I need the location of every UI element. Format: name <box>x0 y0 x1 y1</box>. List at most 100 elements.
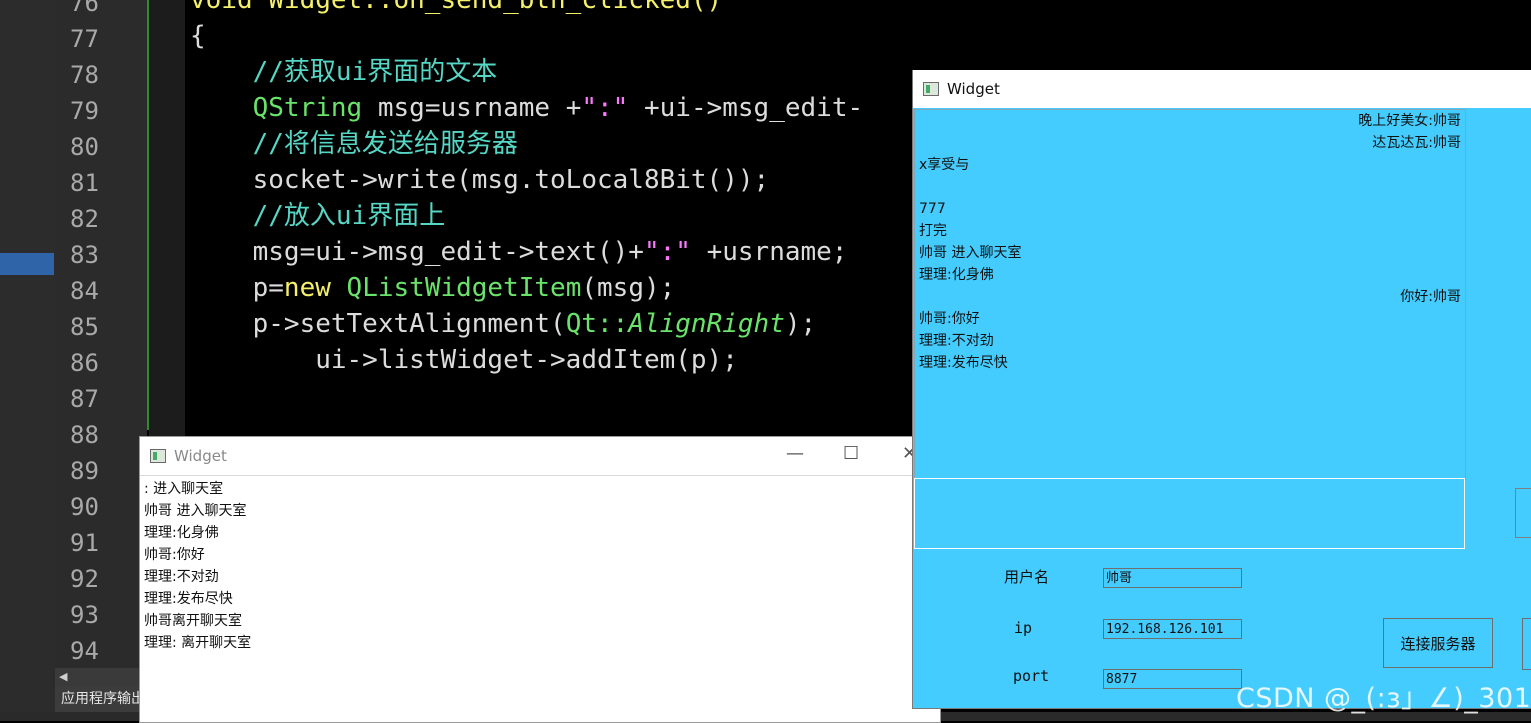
port-label: port <box>1013 667 1050 685</box>
message-input[interactable] <box>914 478 1465 549</box>
message-list[interactable]: 晚上好美女:帅哥 达瓦达瓦:帅哥 x享受与 777 打完 帅哥 进入聊天室 理理:化身佛 你好… <box>914 109 1466 480</box>
code-line: socket->write(msg.toLocal8Bit()); <box>190 164 770 196</box>
line-number: 89 <box>70 457 99 485</box>
ip-label: ip <box>1014 619 1033 637</box>
code-token: //放入ui界面上 <box>190 201 446 231</box>
list-item[interactable]: 帅哥:你好 <box>915 308 1465 330</box>
code-line: p=new QListWidgetItem(msg); <box>190 272 676 304</box>
code-token: +usrname; <box>690 237 848 267</box>
list-item[interactable]: 帅哥离开聊天室 <box>144 610 251 632</box>
code-token: new <box>283 273 331 303</box>
code-token: socket->write(msg.toLocal8Bit()); <box>190 165 770 195</box>
code-line: ui->listWidget->addItem(p); <box>190 344 738 376</box>
line-number: 82 <box>70 205 99 233</box>
line-number: 94 <box>70 637 99 665</box>
list-item[interactable]: 帅哥 进入聊天室 <box>144 500 251 522</box>
list-item[interactable]: : 进入聊天室 <box>144 478 251 500</box>
connect-server-button[interactable]: 连接服务器 <box>1383 618 1493 668</box>
ip-field[interactable]: 192.168.126.101 <box>1103 619 1242 639</box>
code-token: QString <box>252 93 363 123</box>
code-line: void Widget::on_send_btn_clicked() <box>190 0 722 16</box>
line-number: 80 <box>70 133 99 161</box>
username-label: 用户名 <box>1004 568 1050 586</box>
code-line: p->setTextAlignment(Qt::AlignRight); <box>190 308 817 340</box>
code-line: msg=ui->msg_edit->text()+":" +usrname; <box>190 236 848 268</box>
code-line: { <box>190 20 206 52</box>
line-number: 83 <box>70 241 99 269</box>
code-token: p= <box>190 273 284 303</box>
code-token: //获取ui界面的文本 <box>190 57 498 87</box>
code-token: ":" <box>581 93 629 123</box>
line-number: 92 <box>70 565 99 593</box>
code-token: ui->listWidget->addItem(p); <box>190 345 738 375</box>
list-item[interactable]: 理理:不对劲 <box>915 330 1465 352</box>
code-token: QListWidgetItem <box>346 273 582 303</box>
port-field[interactable]: 8877 <box>1103 669 1242 689</box>
code-token: msg=usrname + <box>362 93 582 123</box>
maximize-icon[interactable]: ☐ <box>843 443 859 464</box>
message-list[interactable]: : 进入聊天室 帅哥 进入聊天室 理理:化身佛 帅哥:你好 理理:不对劲 理理:发布尽快帅… <box>144 478 251 654</box>
line-number: 84 <box>70 277 99 305</box>
app-window-icon <box>923 82 939 96</box>
list-item[interactable] <box>915 176 1465 198</box>
widget-window-back[interactable]: Widget — ☐ ✕ : 进入聊天室 帅哥 进入聊天室 理理:化身佛 帅哥:你好理… <box>139 436 941 723</box>
minimize-icon[interactable]: — <box>786 443 804 464</box>
disconnect-button[interactable] <box>1522 618 1531 670</box>
line-number: 93 <box>70 601 99 629</box>
list-item[interactable]: 理理: 离开聊天室 <box>144 632 251 654</box>
code-token: +ui->msg_edit- <box>628 93 864 123</box>
code-token: AlignRight <box>628 309 785 339</box>
line-number: 78 <box>70 61 99 89</box>
title-bar[interactable]: Widget <box>913 70 1531 108</box>
code-token: msg=ui->msg_edit->text()+ <box>190 237 644 267</box>
window-title: Widget <box>947 80 1000 98</box>
line-number: 77 <box>70 25 99 53</box>
code-line: QString msg=usrname +":" +ui->msg_edit- <box>190 92 864 124</box>
line-number: 88 <box>70 421 99 449</box>
list-item[interactable]: 理理:不对劲 <box>144 566 251 588</box>
list-item[interactable]: 理理:发布尽快 <box>915 352 1465 374</box>
code-line: //放入ui界面上 <box>190 200 446 232</box>
code-token: void Widget::on_send_btn_clicked() <box>190 0 723 15</box>
code-token: { <box>190 21 206 51</box>
list-item[interactable]: 打完 <box>915 220 1465 242</box>
send-button[interactable] <box>1515 488 1531 538</box>
list-item[interactable]: 理理:发布尽快 <box>144 588 251 610</box>
username-field[interactable]: 帅哥 <box>1103 568 1242 588</box>
line-number: 86 <box>70 349 99 377</box>
list-item[interactable]: 理理:化身佛 <box>915 264 1465 286</box>
scroll-left-icon[interactable]: ◀ <box>59 670 67 683</box>
list-item[interactable]: 你好:帅哥 <box>915 286 1465 308</box>
list-item[interactable]: x享受与 <box>915 154 1465 176</box>
code-line: //获取ui界面的文本 <box>190 56 498 88</box>
code-token: Qt:: <box>565 309 629 339</box>
line-number: 90 <box>70 493 99 521</box>
code-line: //将信息发送给服务器 <box>190 128 518 160</box>
code-token: //将信息发送给服务器 <box>190 129 518 159</box>
ide-side-panel <box>0 0 55 721</box>
app-window-icon <box>150 449 166 463</box>
list-item[interactable]: 晚上好美女:帅哥 <box>915 110 1465 132</box>
editor-horizontal-scrollbar[interactable]: ◀ <box>55 668 150 686</box>
line-number: 76 <box>70 0 99 17</box>
watermark: CSDN @_(:з」∠)_301 <box>1236 683 1531 714</box>
window-title: Widget <box>174 447 227 465</box>
list-item[interactable]: 帅哥 进入聊天室 <box>915 242 1465 264</box>
line-number: 91 <box>70 529 99 557</box>
code-token: ); <box>784 309 817 339</box>
title-bar[interactable]: Widget — ☐ ✕ <box>140 437 940 476</box>
list-item[interactable]: 达瓦达瓦:帅哥 <box>915 132 1465 154</box>
list-item[interactable]: 理理:化身佛 <box>144 522 251 544</box>
widget-window-front[interactable]: Widget 晚上好美女:帅哥 达瓦达瓦:帅哥 x享受与 777 打完 帅哥 进入聊天室理… <box>912 70 1531 709</box>
list-item[interactable]: 777 <box>915 198 1465 220</box>
line-number: 87 <box>70 385 99 413</box>
list-item[interactable]: 帅哥:你好 <box>144 544 251 566</box>
code-token: (msg); <box>581 273 676 303</box>
line-number: 85 <box>70 313 99 341</box>
application-output-tab[interactable]: 应用程序输出 <box>55 686 151 712</box>
line-number: 79 <box>70 97 99 125</box>
code-token: p->setTextAlignment( <box>190 309 566 339</box>
line-number: 81 <box>70 169 99 197</box>
